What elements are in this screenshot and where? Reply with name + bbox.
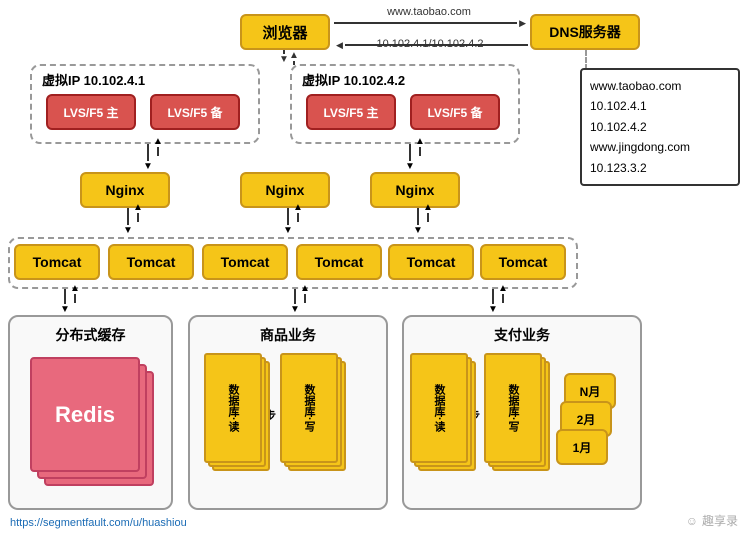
watermark: ☺趣享录 bbox=[686, 512, 738, 529]
lvs2-main-box: LVS/F5 主 bbox=[306, 94, 396, 130]
redis-label: Redis bbox=[55, 402, 115, 428]
dns-server-box: DNS服务器 bbox=[530, 14, 640, 50]
nginx1-box: Nginx bbox=[80, 172, 170, 208]
tomcat-box-4: Tomcat bbox=[296, 244, 382, 280]
browser-dns-label-bottom: 10.102.4.1/10.102.4.2 bbox=[330, 38, 530, 50]
pay-service-box: 支付业务 数据库·写 同步 ⇔ 数据库·读 N月 bbox=[402, 315, 642, 510]
vip2-group: 虚拟IP 10.102.4.2 LVS/F5 主 LVS/F5 备 bbox=[290, 64, 520, 144]
lvs2-backup-box: LVS/F5 备 bbox=[410, 94, 500, 130]
browser-dns-label-top: www.taobao.com bbox=[334, 6, 524, 18]
db-write-label: 数据库·写 bbox=[301, 384, 317, 432]
tomcat-box-3: Tomcat bbox=[202, 244, 288, 280]
diagram: 浏览器 DNS服务器 ▶ www.taobao.com ◀ 10.102.4.1… bbox=[0, 0, 752, 535]
nginx2-box: Nginx bbox=[240, 172, 330, 208]
tomcat-box-1: Tomcat bbox=[14, 244, 100, 280]
month1-box: 1月 bbox=[556, 429, 608, 465]
db-read2-label: 数据库·读 bbox=[431, 384, 447, 432]
cache-service-box: 分布式缓存 Redis bbox=[8, 315, 173, 510]
goods-service-box: 商品业务 数据库·写 同步 ⇔ 数据库·读 bbox=[188, 315, 388, 510]
dns-info-box: www.taobao.com 10.102.4.1 10.102.4.2 www… bbox=[580, 68, 740, 186]
lvs1-backup-box: LVS/F5 备 bbox=[150, 94, 240, 130]
pay-label: 支付业务 bbox=[404, 325, 640, 345]
lvs1-main-box: LVS/F5 主 bbox=[46, 94, 136, 130]
nginx3-box: Nginx bbox=[370, 172, 460, 208]
tomcat-box-2: Tomcat bbox=[108, 244, 194, 280]
vip1-group: 虚拟IP 10.102.4.1 LVS/F5 主 LVS/F5 备 bbox=[30, 64, 260, 144]
tomcat-box-5: Tomcat bbox=[388, 244, 474, 280]
cache-label: 分布式缓存 bbox=[10, 325, 171, 345]
goods-label: 商品业务 bbox=[190, 325, 386, 345]
url-footer: https://segmentfault.com/u/huashiou bbox=[10, 517, 187, 529]
tomcat-box-6: Tomcat bbox=[480, 244, 566, 280]
vip2-label: 虚拟IP 10.102.4.2 bbox=[302, 70, 405, 89]
browser-box: 浏览器 bbox=[240, 14, 330, 50]
vip1-label: 虚拟IP 10.102.4.1 bbox=[42, 70, 145, 89]
db-read-label: 数据库·读 bbox=[225, 384, 241, 432]
db-write2-label: 数据库·写 bbox=[505, 384, 521, 432]
